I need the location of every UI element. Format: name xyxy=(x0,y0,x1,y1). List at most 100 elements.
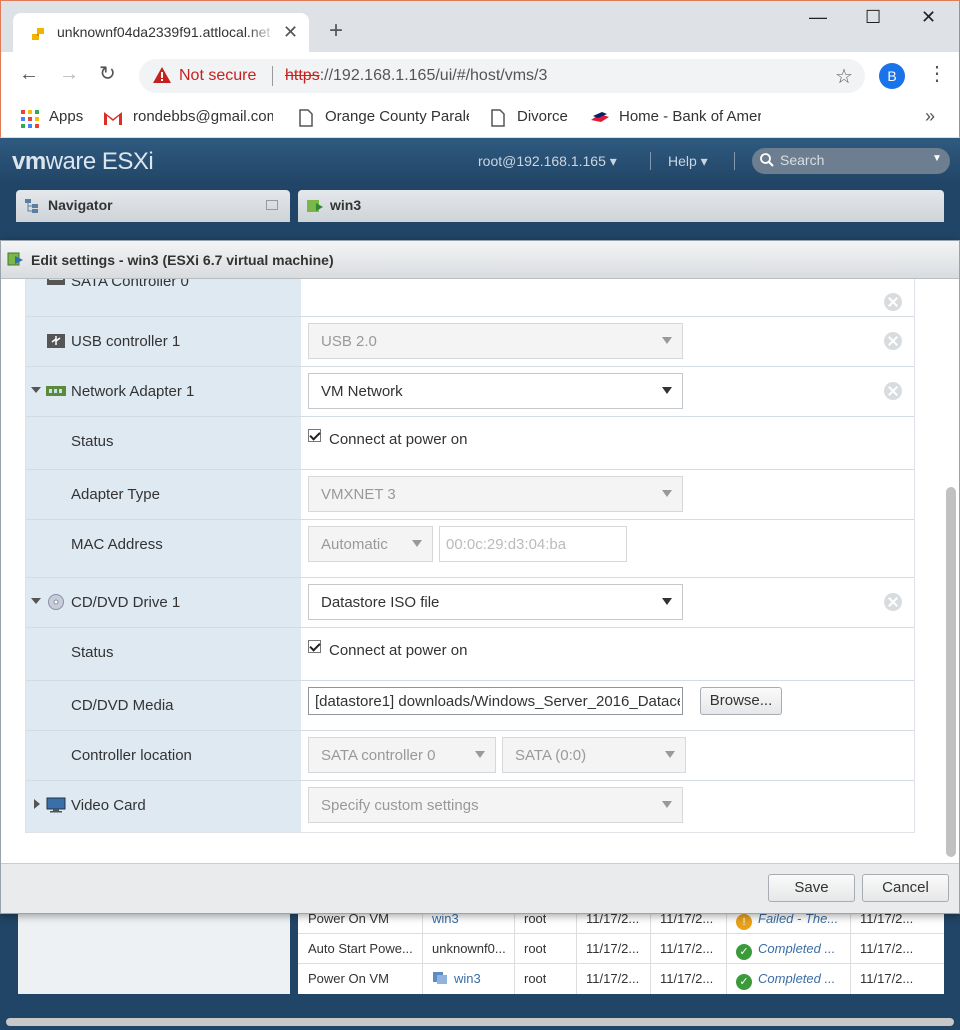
header-divider xyxy=(650,152,651,170)
profile-avatar[interactable]: B xyxy=(879,63,905,89)
row-network-status: Status Connect at power on xyxy=(26,417,914,470)
chevron-down-icon xyxy=(662,490,672,497)
usb-icon xyxy=(47,334,65,348)
row-label: Network Adapter 1 xyxy=(71,383,195,400)
iso-path-input[interactable]: [datastore1] downloads/Windows_Server_20… xyxy=(308,687,683,715)
warning-triangle-icon xyxy=(153,67,171,83)
connect-at-power-on-checkbox[interactable] xyxy=(308,640,321,653)
chevron-down-icon xyxy=(412,540,422,547)
task-result: ✓ Completed ... xyxy=(736,971,846,990)
remove-device-icon[interactable] xyxy=(884,382,902,400)
bookmarks-overflow-icon[interactable]: » xyxy=(925,106,935,127)
recent-tasks-table: Power On VM win3 root 11/17/2... 11/17/2… xyxy=(298,908,944,994)
row-label: USB controller 1 xyxy=(71,333,181,350)
window-close-button[interactable]: ✕ xyxy=(921,7,936,28)
dialog-titlebar: Edit settings - win3 (ESXi 6.7 virtual m… xyxy=(1,241,959,279)
network-adapter-icon xyxy=(46,386,66,396)
vm-icon xyxy=(433,972,447,984)
remove-device-icon[interactable] xyxy=(884,293,902,311)
forward-arrow-icon[interactable]: → xyxy=(59,64,79,84)
collapse-panel-icon[interactable] xyxy=(266,200,278,210)
vmware-esxi-logo: vmware ESXi xyxy=(12,148,154,175)
table-row[interactable]: Power On VM win3 root 11/17/2... 11/17/2… xyxy=(298,964,944,994)
new-tab-button[interactable]: + xyxy=(329,19,343,43)
row-label: CD/DVD Media xyxy=(71,697,174,714)
navigator-title: Navigator xyxy=(48,197,113,213)
task-queued: 11/17/2... xyxy=(586,971,640,986)
url-scheme: https xyxy=(285,67,320,84)
table-row[interactable]: Auto Start Powe... unknownf0... root 11/… xyxy=(298,934,944,964)
sata-controller-icon xyxy=(47,279,65,285)
controller-select: SATA controller 0 xyxy=(308,737,496,773)
row-cd-status: Status Connect at power on xyxy=(26,628,914,681)
collapse-arrow-icon[interactable] xyxy=(31,598,41,604)
search-placeholder: Search xyxy=(780,152,825,168)
vertical-scrollbar-thumb[interactable] xyxy=(946,487,956,857)
task-target[interactable]: win3 xyxy=(432,971,512,986)
row-label: Video Card xyxy=(71,797,146,814)
url-text[interactable]: https://192.168.1.165/ui/#/host/vms/3 xyxy=(285,67,547,85)
mac-address-input: 00:0c:29:d3:04:ba xyxy=(439,526,627,562)
task-completed: 11/17/2... xyxy=(860,941,914,956)
reload-icon[interactable]: ↻ xyxy=(99,64,116,84)
checkbox-label[interactable]: Connect at power on xyxy=(329,431,467,448)
settings-list: SATA Controller 0 USB controller 1 USB 2… xyxy=(25,279,915,833)
bank-of-america-icon xyxy=(591,112,609,122)
success-check-icon: ✓ xyxy=(736,974,752,990)
back-arrow-icon[interactable]: ← xyxy=(19,64,39,84)
cancel-button[interactable]: Cancel xyxy=(862,874,949,902)
cd-dvd-type-select[interactable]: Datastore ISO file xyxy=(308,584,683,620)
bookmark-star-icon[interactable]: ☆ xyxy=(835,64,853,89)
url-path: ://192.168.1.165/ui/#/host/vms/3 xyxy=(319,67,548,84)
navigator-panel-header: Navigator xyxy=(16,190,290,222)
omnibox-separator xyxy=(272,66,273,86)
bookmark-divorce[interactable]: Divorce xyxy=(517,108,577,125)
warning-icon: ! xyxy=(736,914,752,930)
bookmark-orange-county[interactable]: Orange County Parale xyxy=(325,108,469,125)
navigator-tree-icon xyxy=(25,199,38,213)
dialog-title: Edit settings - win3 (ESXi 6.7 virtual m… xyxy=(31,252,334,268)
navigator-panel-body xyxy=(18,908,290,994)
checkbox-label[interactable]: Connect at power on xyxy=(329,642,467,659)
bookmark-gmail[interactable]: rondebbs@gmail.com xyxy=(133,108,273,125)
save-button[interactable]: Save xyxy=(768,874,855,902)
window-maximize-button[interactable]: ☐ xyxy=(865,7,881,28)
task-target: unknownf0... xyxy=(432,941,506,956)
browser-tab[interactable]: unknownf04da2339f91.attlocal.net ✕ xyxy=(13,13,309,53)
row-cd-dvd-drive: CD/DVD Drive 1 Datastore ISO file xyxy=(26,578,914,628)
vm-edit-icon xyxy=(7,252,23,266)
chevron-down-icon xyxy=(662,598,672,605)
expand-arrow-icon[interactable] xyxy=(34,799,40,809)
bookmarks-bar: Apps rondebbs@gmail.com Orange County Pa… xyxy=(0,100,960,138)
adapter-type-select: VMXNET 3 xyxy=(308,476,683,512)
connect-at-power-on-checkbox[interactable] xyxy=(308,429,321,442)
task-name: Auto Start Powe... xyxy=(308,941,413,956)
chevron-down-icon xyxy=(662,387,672,394)
bookmark-bank-of-america[interactable]: Home - Bank of Ameri xyxy=(619,108,761,125)
esxi-search-input[interactable]: Search ▼ xyxy=(752,148,950,174)
row-label: SATA Controller 0 xyxy=(71,279,189,290)
horizontal-scrollbar[interactable] xyxy=(6,1018,954,1026)
apps-grid-icon xyxy=(21,110,39,128)
tab-close-icon[interactable]: ✕ xyxy=(283,22,298,43)
bookmark-apps[interactable]: Apps xyxy=(49,108,89,125)
remove-device-icon[interactable] xyxy=(884,332,902,350)
collapse-arrow-icon[interactable] xyxy=(31,387,41,393)
vm-panel-title: win3 xyxy=(330,197,362,213)
row-label: Status xyxy=(71,433,114,450)
task-initiator: root xyxy=(524,941,547,956)
chevron-down-icon xyxy=(665,751,675,758)
address-bar[interactable]: Not secure https://192.168.1.165/ui/#/ho… xyxy=(139,59,865,93)
network-select[interactable]: VM Network xyxy=(308,373,683,409)
browse-button[interactable]: Browse... xyxy=(700,687,782,715)
not-secure-label[interactable]: Not secure xyxy=(179,67,256,85)
chevron-down-icon xyxy=(475,751,485,758)
menu-kebab-icon[interactable]: ⋮ xyxy=(927,64,947,84)
window-minimize-button[interactable]: — xyxy=(809,7,827,28)
chevron-down-icon xyxy=(662,801,672,808)
page-icon xyxy=(299,109,313,127)
remove-device-icon[interactable] xyxy=(884,593,902,611)
user-menu[interactable]: root@192.168.1.165 ▾ xyxy=(478,153,617,170)
task-initiator: root xyxy=(524,971,547,986)
help-menu[interactable]: Help ▾ xyxy=(668,153,708,170)
